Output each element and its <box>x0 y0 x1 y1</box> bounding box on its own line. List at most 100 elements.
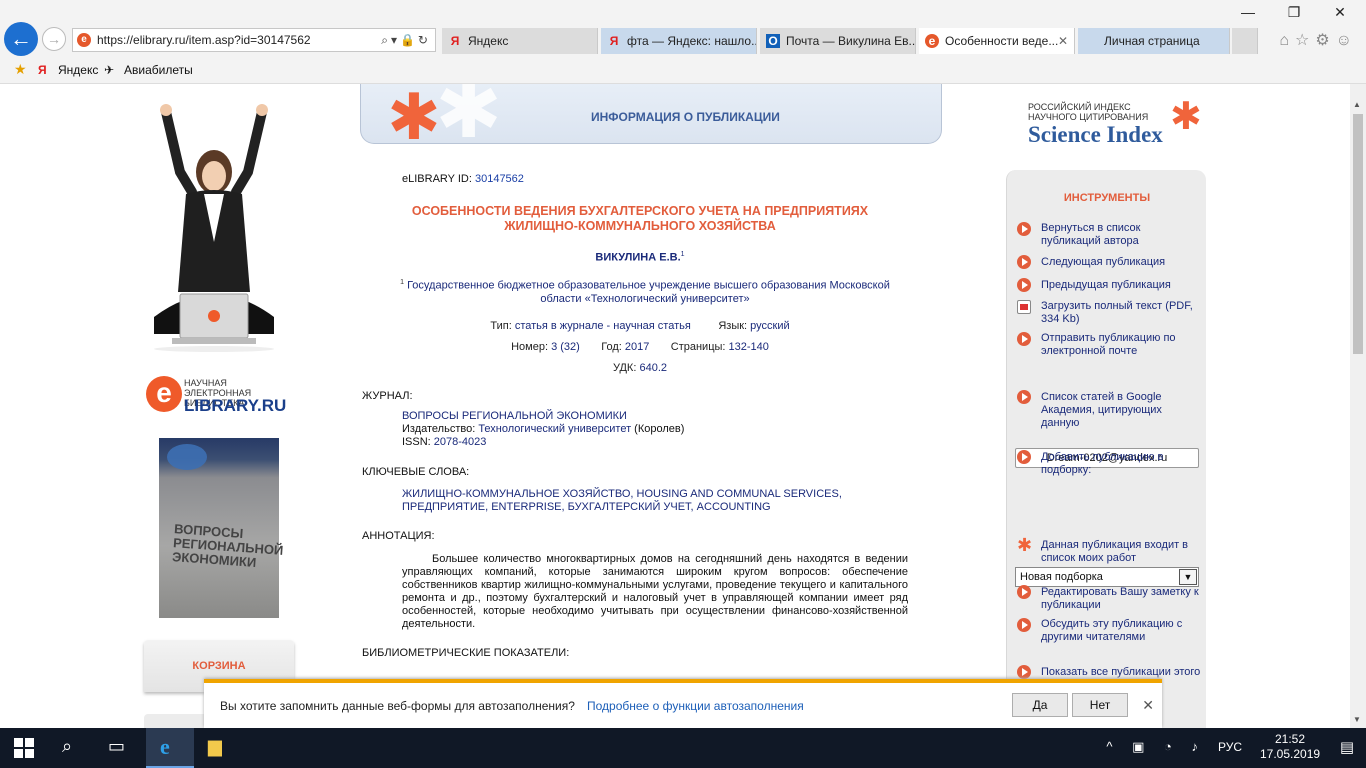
site-favicon-icon: e <box>77 33 91 47</box>
tool-discuss[interactable]: Обсудить эту публикацию с другими читате… <box>1041 618 1201 644</box>
arrow-circle-icon <box>1017 665 1031 679</box>
taskbar-ie-button[interactable]: e <box>146 728 194 768</box>
collection-select[interactable]: Новая подборка ▼ <box>1015 567 1199 587</box>
tab-personal-page[interactable]: Личная страница <box>1078 28 1230 54</box>
journal-link[interactable]: ВОПРОСЫ РЕГИОНАЛЬНОЙ ЭКОНОМИКИ <box>402 410 627 422</box>
journal-cover-image[interactable]: ВОПРОСЫ РЕГИОНАЛЬНОЙ ЭКОНОМИКИ <box>159 438 284 618</box>
forward-button[interactable]: → <box>42 27 66 51</box>
tab-mail[interactable]: O Почта — Викулина Ев... <box>760 28 916 54</box>
url-text[interactable]: https://elibrary.ru/item.asp?id=30147562 <box>97 33 311 47</box>
tool-download-pdf[interactable]: Загрузить полный текст (PDF, 334 Kb) <box>1041 300 1201 326</box>
notifications-icon[interactable]: ▤ <box>1340 738 1354 756</box>
keywords-list: ЖИЛИЩНО-КОММУНАЛЬНОЕ ХОЗЯЙСТВО, HOUSING … <box>402 488 912 514</box>
windows-taskbar: ⌕ ▭ e ▆ ^ ▣ ◔ ♪ РУС 21:52 17.05.2019 ▤ <box>0 728 1366 768</box>
bibliometrics-label: БИБЛИОМЕТРИЧЕСКИЕ ПОКАЗАТЕЛИ: <box>362 647 570 659</box>
browser-toolbar-icons[interactable]: ⌂☆⚙☺ <box>1279 30 1358 50</box>
pub-type: статья в журнале - научная статья <box>514 320 691 332</box>
close-icon[interactable]: ✕ <box>1142 697 1154 714</box>
publication-title: ОСОБЕННОСТИ ВЕДЕНИЯ БУХГАЛТЕРСКОГО УЧЕТА… <box>411 204 869 233</box>
keywords-label: КЛЮЧЕВЫЕ СЛОВА: <box>362 466 470 478</box>
plane-icon: ✈ <box>104 63 115 77</box>
arrow-circle-icon <box>1017 222 1031 236</box>
search-icon[interactable]: ⌕ <box>62 736 72 757</box>
cover-title: ВОПРОСЫ РЕГИОНАЛЬНОЙ ЭКОНОМИКИ <box>171 521 284 570</box>
close-window-button[interactable]: ✕ <box>1328 4 1352 24</box>
tool-show-all-publications[interactable]: Показать все публикации этого <box>1041 666 1201 679</box>
number-year-pages-row: Номер: 3 (32) Год: 2017 Страницы: 132-14… <box>511 341 769 353</box>
scroll-up-icon[interactable]: ▲ <box>1353 100 1361 109</box>
tab-yandex-search[interactable]: Я фта — Яндекс: нашло... <box>601 28 757 54</box>
logo-line1: НАУЧНАЯ ЭЛЕКТРОННАЯ <box>184 378 252 398</box>
scrollbar-thumb[interactable] <box>1353 114 1363 354</box>
autofill-question: Вы хотите запомнить данные веб-формы для… <box>220 699 575 713</box>
mascot-illustration <box>154 104 274 352</box>
address-tools-icon[interactable]: ⌕▾🔒↻ <box>381 33 431 48</box>
asterisk-star-icon: ✱ <box>1017 535 1033 555</box>
tool-in-my-works[interactable]: Данная публикация входит в список моих р… <box>1041 539 1201 565</box>
arrow-circle-icon <box>1017 618 1031 632</box>
language-indicator[interactable]: РУС <box>1218 740 1242 754</box>
si-line2: НАУЧНОГО ЦИТИРОВАНИЯ <box>1028 112 1149 122</box>
page-header: ✱ ✱ ИНФОРМАЦИЯ О ПУБЛИКАЦИИ <box>360 84 942 154</box>
elibrary-id-link[interactable]: 30147562 <box>475 173 524 185</box>
arrow-circle-icon <box>1017 332 1031 346</box>
autofill-more-link[interactable]: Подробнее о функции автозаполнения <box>587 699 804 713</box>
chevron-down-icon[interactable]: ▼ <box>1179 569 1197 585</box>
file-explorer-icon[interactable]: ▆ <box>208 736 222 757</box>
issue-link[interactable]: 3 (32) <box>551 341 580 353</box>
globe-icon <box>167 444 207 470</box>
si-line1: РОССИЙСКИЙ ИНДЕКС <box>1028 102 1131 112</box>
tool-google-scholar[interactable]: Список статей в Google Академия, цитирую… <box>1041 391 1201 430</box>
flower-decoration-icon: ✱ <box>435 84 503 154</box>
tab-publication[interactable]: e Особенности веде... ✕ <box>919 28 1075 54</box>
tool-add-to-collection[interactable]: Добавить публикацию в подборку: <box>1041 451 1201 477</box>
back-button[interactable]: ← <box>4 22 38 56</box>
pdf-icon <box>1017 300 1031 314</box>
elibrary-id-line: eLIBRARY ID: 30147562 <box>402 173 524 185</box>
tool-next-publication[interactable]: Следующая публикация <box>1041 256 1201 269</box>
elibrary-icon: e <box>925 34 939 48</box>
scroll-down-icon[interactable]: ▼ <box>1353 715 1361 724</box>
pub-lang: русский <box>750 320 790 332</box>
yandex-fav-icon: Я <box>38 63 47 77</box>
keywords-links[interactable]: ЖИЛИЩНО-КОММУНАЛЬНОЕ ХОЗЯЙСТВО, HOUSING … <box>402 488 842 513</box>
task-view-icon[interactable]: ▭ <box>108 736 125 757</box>
windows-start-icon[interactable] <box>14 738 34 758</box>
new-tab-button[interactable] <box>1232 28 1258 54</box>
page-icon <box>1084 34 1098 48</box>
author-link[interactable]: ВИКУЛИНА Е.В. <box>595 252 680 264</box>
favorites-bar: ★ Я Яндекс ✈ Авиабилеты <box>0 58 1366 84</box>
tab-yandex[interactable]: Я Яндекс <box>442 28 598 54</box>
tool-previous-publication[interactable]: Предыдущая публикация <box>1041 279 1201 292</box>
autofill-yes-button[interactable]: Да <box>1012 693 1068 717</box>
tray-icons[interactable]: ^ ▣ ◔ ♪ <box>1106 739 1206 755</box>
address-bar[interactable]: e https://elibrary.ru/item.asp?id=301475… <box>72 28 436 52</box>
issn-value: 2078-4023 <box>433 436 487 448</box>
arrow-circle-icon <box>1017 450 1031 464</box>
favorite-aviabilety[interactable]: Авиабилеты <box>124 63 193 77</box>
favorites-star-icon[interactable]: ★ <box>14 61 27 78</box>
clock[interactable]: 21:52 17.05.2019 <box>1260 732 1320 762</box>
page-title: ИНФОРМАЦИЯ О ПУБЛИКАЦИИ <box>591 110 780 124</box>
science-index-logo[interactable]: РОССИЙСКИЙ ИНДЕКС НАУЧНОГО ЦИТИРОВАНИЯ Sc… <box>1028 98 1208 152</box>
logo-brand: LIBRARY.RU <box>184 396 287 415</box>
tools-panel: ИНСТРУМЕНТЫ Вернуться в список публикаци… <box>1006 170 1206 728</box>
web-page: e НАУЧНАЯ ЭЛЕКТРОННАЯ БИБЛИОТЕКА LIBRARY.… <box>0 84 1350 728</box>
browser-titlebar: — ❐ ✕ ← → e https://elibrary.ru/item.asp… <box>0 0 1366 58</box>
publisher-link[interactable]: Технологический университет <box>478 423 631 435</box>
minimize-button[interactable]: — <box>1236 4 1260 24</box>
autofill-no-button[interactable]: Нет <box>1072 693 1128 717</box>
type-lang-row: Тип: статья в журнале - научная статья Я… <box>490 320 790 332</box>
abstract-label: АННОТАЦИЯ: <box>362 530 435 542</box>
close-tab-icon[interactable]: ✕ <box>1058 28 1068 54</box>
tool-back-to-author-list[interactable]: Вернуться в список публикаций автора <box>1041 222 1201 248</box>
author-line: ВИКУЛИНА Е.В.1 <box>595 251 685 264</box>
affiliation-link[interactable]: Государственное бюджетное образовательно… <box>407 280 890 305</box>
favorite-yandex[interactable]: Яндекс <box>58 63 98 77</box>
elibrary-logo[interactable]: e НАУЧНАЯ ЭЛЕКТРОННАЯ БИБЛИОТЕКА LIBRARY.… <box>146 374 296 419</box>
maximize-button[interactable]: ❐ <box>1282 4 1306 24</box>
tool-edit-note[interactable]: Редактировать Вашу заметку к публикации <box>1041 586 1201 612</box>
page-scrollbar[interactable]: ▲ ▼ <box>1350 84 1366 728</box>
tool-send-email[interactable]: Отправить публикацию по электронной почт… <box>1041 332 1201 358</box>
pub-year: 2017 <box>624 341 650 353</box>
